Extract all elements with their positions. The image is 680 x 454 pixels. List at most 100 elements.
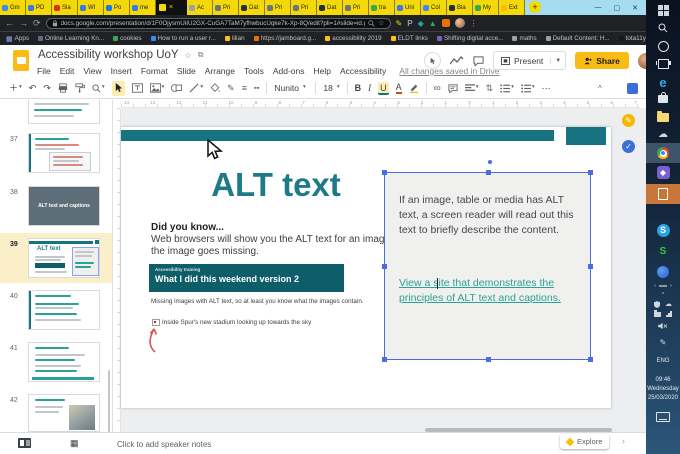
check-badge-icon[interactable]: ✓ [622,140,635,153]
search-icon[interactable] [368,19,375,27]
move-folder-icon[interactable]: ⧉ [198,50,204,60]
shield-icon[interactable] [654,300,660,308]
italic-button[interactable]: I [368,83,371,93]
resize-handle[interactable] [382,170,387,175]
menu-item[interactable]: Help [314,66,331,76]
menu-item[interactable]: Insert [111,66,132,76]
bookmark-item[interactable]: How to run a user r... [150,35,216,42]
back-icon[interactable]: ← [5,18,14,28]
purple-app-icon[interactable]: ◆ [646,166,680,179]
bookmark-item[interactable]: ELDT links [390,35,428,42]
document-title[interactable]: Accessibility workshop UoY [38,49,179,61]
star-icon[interactable]: ☆ [185,51,192,60]
resize-handle[interactable] [485,357,491,362]
browser-tab[interactable]: Ac [187,0,213,15]
browser-tab-active[interactable]: × [156,0,187,15]
start-button[interactable] [646,5,680,16]
slide-thumbnail-38[interactable]: ALT text and captions [28,186,100,226]
selected-text-box[interactable]: If an image, table or media has ALT text… [382,160,593,362]
undo-button[interactable]: ↶ [29,83,37,93]
taskbar-clock[interactable]: 09:46 Wednesday 25/03/2020 [646,376,680,403]
add-comment-icon[interactable] [448,83,458,93]
activity-icon[interactable] [450,55,464,66]
menu-item[interactable]: Add-ons [273,66,305,76]
bookmark-item[interactable]: cookies [113,35,142,42]
browser-tab[interactable]: Uni [395,0,421,15]
did-you-know-body[interactable]: Web browsers will show you the ALT text … [151,234,401,258]
line-spacing-icon[interactable]: ⇅ [486,83,494,94]
file-explorer-icon[interactable] [646,111,680,122]
diamond-extension-icon[interactable]: ◆ [418,19,424,28]
apps-shortcut[interactable]: ▦ Apps [6,35,29,43]
maximize-button[interactable]: ▢ [614,4,621,12]
menu-item[interactable]: File [37,66,51,76]
browser-tab[interactable]: Pri [265,0,291,15]
pencil-extension-icon[interactable]: ✎ [396,19,403,28]
browser-menu-icon[interactable]: ⋮ [470,19,478,28]
bullet-list-button[interactable]: ▾ [521,83,535,93]
collapse-toolbar-button[interactable]: ^ [598,84,602,93]
insert-line-button[interactable]: ▾ [189,83,203,93]
bookmark-item[interactable]: Online Learning Kn... [37,35,104,42]
edge-icon[interactable]: e [646,75,680,90]
present-button[interactable]: Present ▼ [493,51,567,70]
font-size-select[interactable]: 18 ▾ [323,84,339,93]
slide-title[interactable]: ALT text [166,166,386,204]
rotate-handle[interactable] [487,160,492,164]
print-icon[interactable] [58,83,68,93]
thumbnail-scrollbar[interactable] [108,370,110,432]
bookmark-item[interactable]: lilian [224,35,245,42]
new-tab-button[interactable]: + [529,1,541,13]
numbered-list-button[interactable]: ▾ [500,83,514,93]
cloud-tray-icon[interactable]: ☁ [665,300,672,308]
taskbar-search-icon[interactable] [646,23,680,33]
language-indicator[interactable]: ENG [646,358,680,364]
menu-item[interactable]: Accessibility [340,66,386,76]
align-button[interactable]: ▾ [464,83,479,93]
resize-handle[interactable] [588,170,593,175]
cortana-icon[interactable] [646,41,680,52]
browser-profile-avatar[interactable] [454,18,465,28]
highlight-color-icon[interactable] [409,83,419,93]
filmstrip-view-button[interactable] [18,438,31,448]
address-bar[interactable]: docs.google.com/presentation/d/1F0OjysmU… [45,17,391,29]
browser-tab[interactable]: PD [26,0,52,15]
menu-item[interactable]: Slide [177,66,196,76]
browser-tab[interactable]: Pri [343,0,369,15]
drive-extension-icon[interactable]: ▲ [429,19,437,28]
slide-thumbnail-39[interactable]: ALT text [28,238,100,278]
browser-tab[interactable]: Gm [0,0,26,15]
browser-tab[interactable]: Dat [317,0,343,15]
border-dash-icon[interactable]: ╍ [254,83,259,94]
comments-icon[interactable] [473,55,484,66]
text-box-icon[interactable] [131,83,143,93]
browser-tab[interactable]: Bla [447,0,473,15]
browser-tab[interactable]: Col [421,0,447,15]
text-box-paragraph[interactable]: If an image, table or media has ALT text… [399,193,584,238]
speaker-notes-placeholder[interactable]: Click to add speaker notes [117,440,211,449]
slide-thumbnail-40[interactable] [28,290,100,330]
volume-muted-icon[interactable] [646,322,680,330]
missing-images-caption[interactable]: Missing images with ALT text, so at leas… [151,298,364,305]
browser-tab[interactable]: me [130,0,156,15]
browser-tab[interactable]: My [473,0,499,15]
current-slide[interactable]: ALT text Did you know... Web browsers wi… [121,127,611,408]
sway-icon[interactable]: S [646,246,680,257]
pointer-mode-button[interactable] [424,52,441,69]
resize-handle[interactable] [382,357,387,362]
present-dropdown-icon[interactable]: ▼ [550,57,565,64]
store-icon[interactable] [646,92,680,103]
tray-expand-chevron[interactable]: ^ [646,292,680,298]
resize-handle[interactable] [588,264,593,269]
task-view-icon[interactable] [646,59,680,69]
close-button[interactable]: ✕ [632,4,638,12]
folder-tray-icon[interactable] [654,310,662,317]
browser-tab[interactable]: Pri [291,0,317,15]
new-slide-button[interactable]: ＋ ▾ [9,83,22,93]
slides-logo-icon[interactable] [13,50,29,71]
alt-text-example[interactable]: Inside Spur's new stadium looking up tow… [152,319,311,326]
slide-thumbnail-partial[interactable] [28,100,100,124]
menu-item[interactable]: Format [141,66,168,76]
skype-icon[interactable]: S [646,224,680,237]
reload-icon[interactable]: ⟳ [33,18,41,28]
